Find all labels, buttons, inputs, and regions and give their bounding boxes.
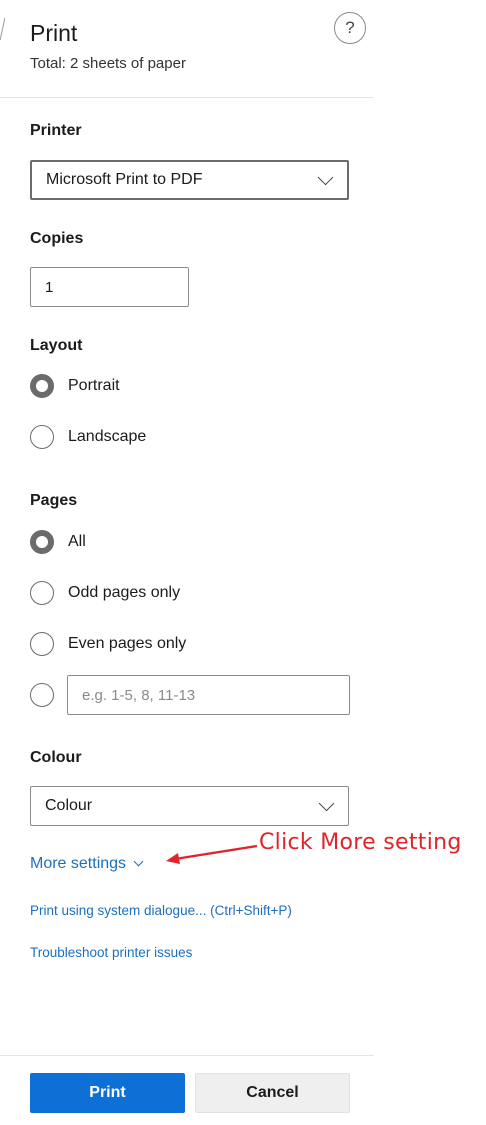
colour-label: Colour <box>30 749 82 766</box>
pages-option-custom[interactable] <box>30 682 54 708</box>
printer-label: Printer <box>30 122 82 139</box>
printer-selected-value: Microsoft Print to PDF <box>46 171 203 188</box>
landscape-radio[interactable] <box>30 425 54 449</box>
system-dialogue-link[interactable]: Print using system dialogue... (Ctrl+Shi… <box>30 903 292 918</box>
chevron-down-icon <box>317 169 334 186</box>
annotation-text: Click More setting <box>259 830 462 855</box>
page-title: Print <box>30 20 78 46</box>
custom-pages-radio[interactable] <box>30 683 54 707</box>
sheet-count: Total: 2 sheets of paper <box>30 55 186 72</box>
chevron-down-icon <box>318 795 335 812</box>
pages-option-all[interactable]: All <box>30 529 86 555</box>
layout-label: Layout <box>30 337 83 354</box>
annotation-arrow-icon <box>166 844 258 864</box>
more-settings-link[interactable]: More settings <box>30 855 144 873</box>
pages-label: Pages <box>30 492 78 509</box>
header-divider <box>0 97 374 98</box>
pages-option-odd[interactable]: Odd pages only <box>30 580 180 606</box>
colour-select[interactable]: Colour <box>30 786 349 826</box>
chevron-down-icon <box>133 856 144 867</box>
portrait-label: Portrait <box>68 377 120 394</box>
more-settings-label: More settings <box>30 855 127 872</box>
pages-option-even[interactable]: Even pages only <box>30 631 186 657</box>
copies-value: 1 <box>45 278 54 296</box>
landscape-label: Landscape <box>68 428 147 445</box>
layout-option-landscape[interactable]: Landscape <box>30 424 146 450</box>
footer-divider <box>0 1055 374 1056</box>
copies-label: Copies <box>30 230 84 247</box>
portrait-radio[interactable] <box>30 374 54 398</box>
colour-selected-value: Colour <box>45 797 93 814</box>
custom-pages-placeholder: e.g. 1-5, 8, 11-13 <box>82 686 196 704</box>
help-button[interactable]: ? <box>334 12 366 44</box>
all-pages-radio[interactable] <box>30 530 54 554</box>
layout-option-portrait[interactable]: Portrait <box>30 373 120 399</box>
printer-select[interactable]: Microsoft Print to PDF <box>30 160 349 200</box>
panel-edge-mark <box>0 14 5 44</box>
copies-input[interactable]: 1 <box>30 267 189 307</box>
troubleshoot-link[interactable]: Troubleshoot printer issues <box>30 945 192 960</box>
print-button[interactable]: Print <box>30 1073 185 1113</box>
cancel-button[interactable]: Cancel <box>195 1073 350 1113</box>
question-icon: ? <box>345 18 355 37</box>
all-pages-label: All <box>68 533 86 550</box>
custom-pages-input[interactable]: e.g. 1-5, 8, 11-13 <box>67 675 350 715</box>
odd-pages-radio[interactable] <box>30 581 54 605</box>
even-pages-radio[interactable] <box>30 632 54 656</box>
even-pages-label: Even pages only <box>68 635 187 652</box>
odd-pages-label: Odd pages only <box>68 584 181 601</box>
